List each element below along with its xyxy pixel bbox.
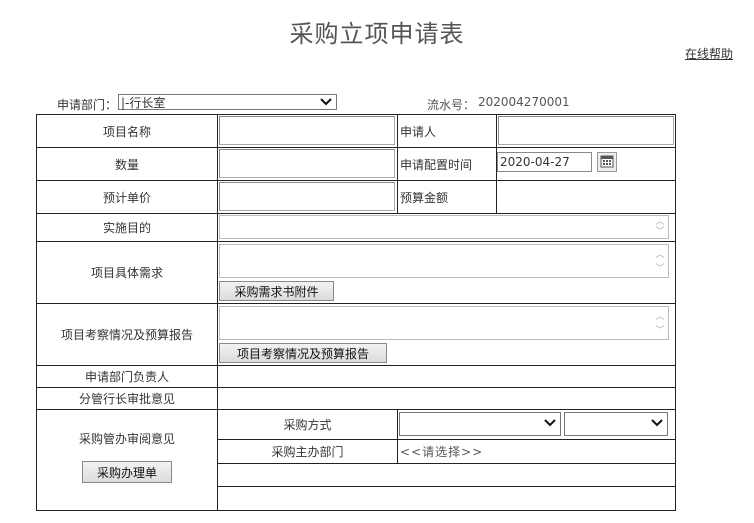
budget-label: 预算金额 (398, 181, 497, 214)
page-title: 采购立项申请表 (289, 20, 465, 48)
vp-opinion-value (218, 388, 675, 410)
requirements-label: 项目具体需求 (37, 242, 218, 304)
chevron-down-icon (651, 415, 663, 434)
help-link[interactable]: 在线帮助 (685, 45, 733, 62)
scroll-down-icon[interactable]: ﹀ (654, 228, 666, 237)
method-sub-select[interactable] (564, 412, 668, 436)
unit-price-cell (218, 181, 398, 214)
budget-value (497, 181, 675, 214)
requirements-textarea[interactable]: ︿ ﹀ (219, 244, 669, 278)
method-cell (398, 410, 675, 440)
survey-cell: ︿ ﹀ 项目考察情况及预算报告 (218, 304, 675, 366)
applicant-label: 申请人 (398, 115, 497, 148)
scroll-up-icon[interactable]: ︿ (654, 251, 666, 260)
quantity-cell (218, 148, 398, 181)
dept-select-value: |-行长室 (121, 96, 166, 110)
method-label: 采购方式 (218, 410, 398, 440)
survey-textarea[interactable]: ︿ ﹀ (219, 306, 669, 340)
dept-head-label: 申请部门负责人 (37, 366, 218, 388)
host-dept-select[interactable]: <<请选择>> (398, 440, 675, 464)
scroll-down-icon[interactable]: ﹀ (654, 327, 666, 336)
scroll-down-icon[interactable]: ﹀ (654, 265, 666, 274)
method-select[interactable] (399, 412, 561, 436)
serial-value: 202004270001 (478, 95, 570, 109)
project-name-cell (218, 115, 398, 148)
chevron-down-icon (320, 95, 332, 114)
survey-label: 项目考察情况及预算报告 (37, 304, 218, 366)
project-name-label: 项目名称 (37, 115, 218, 148)
dept-label: 申请部门： (57, 98, 118, 112)
survey-report-button[interactable]: 项目考察情况及预算报告 (219, 343, 387, 363)
procurement-form-button[interactable]: 采购办理单 (82, 461, 172, 483)
dept-head-value (218, 366, 675, 388)
host-dept-label: 采购主办部门 (218, 440, 398, 464)
blank-row (218, 487, 675, 510)
calendar-button[interactable] (597, 152, 617, 172)
calendar-icon (600, 154, 614, 171)
purpose-cell: ︿ ﹀ (218, 214, 675, 242)
unit-price-label: 预计单价 (37, 181, 218, 214)
serial-label: 流水号： (427, 98, 476, 112)
requirements-cell: ︿ ﹀ 采购需求书附件 (218, 242, 675, 304)
blank-row (218, 464, 675, 487)
scroll-up-icon[interactable]: ︿ (654, 313, 666, 322)
apply-time-label: 申请配置时间 (398, 148, 497, 181)
scroll-up-icon[interactable]: ︿ (654, 218, 666, 227)
quantity-label: 数量 (37, 148, 218, 181)
procurement-opinion-cell: 采购管办审阅意见 采购办理单 (37, 410, 218, 510)
application-form: 项目名称 申请人 数量 申请配置时间 预计单价 预算金额 实施目的 ︿ ﹀ 项目… (36, 114, 676, 511)
apply-time-input[interactable]: 2020-04-27 (497, 152, 592, 172)
chevron-down-icon (544, 415, 556, 434)
vp-opinion-label: 分管行长审批意见 (37, 388, 218, 410)
quantity-input[interactable] (219, 149, 395, 178)
dept-select[interactable]: |-行长室 (118, 94, 337, 110)
purpose-textarea[interactable]: ︿ ﹀ (219, 215, 669, 239)
applicant-cell (497, 115, 675, 148)
purpose-label: 实施目的 (37, 214, 218, 242)
unit-price-input[interactable] (219, 182, 395, 211)
procurement-opinion-label: 采购管办审阅意见 (78, 431, 175, 446)
requirements-attachment-button[interactable]: 采购需求书附件 (219, 281, 334, 301)
applicant-input[interactable] (498, 116, 674, 145)
project-name-input[interactable] (219, 116, 395, 145)
